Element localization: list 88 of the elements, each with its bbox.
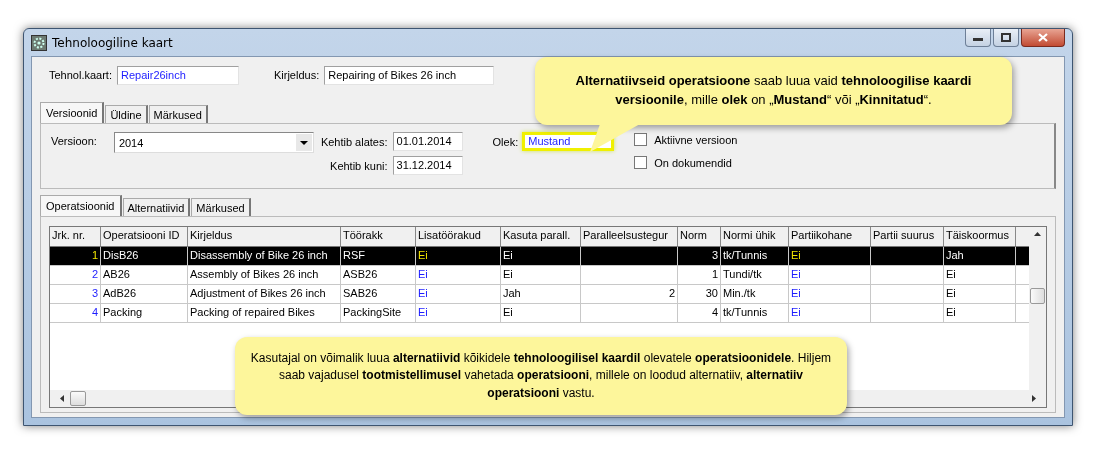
table-cell: DisB26 <box>101 247 188 265</box>
table-cell: 3 <box>678 247 721 265</box>
table-cell: 30 <box>678 285 721 303</box>
tab[interactable]: Alternatiivid <box>122 198 191 216</box>
table-row[interactable]: 3 AdB26 Adjustment of Bikes 26 inch SAB26 Ei Jah 2 30 Min./tk Ei Ei <box>50 285 1029 304</box>
table-cell: 4 <box>50 304 101 322</box>
tab[interactable]: Märkused <box>191 198 251 216</box>
table-cell: Ei <box>944 266 1016 284</box>
field-label: Kehtib alates: <box>320 135 388 148</box>
table-cell: Ei <box>416 247 501 265</box>
column-header[interactable]: Operatsiooni ID <box>101 227 188 246</box>
tab[interactable]: Üldine <box>105 105 148 123</box>
table-cell: 2 <box>50 266 101 284</box>
column-header[interactable]: Täiskoormus <box>944 227 1016 246</box>
table-row[interactable]: 2 AB26 Assembly of Bikes 26 inch ASB26 Ei Ei 1 Tundi/tk Ei Ei <box>50 266 1029 285</box>
window-title: Tehnoloogiline kaart <box>52 35 173 50</box>
table-cell: AB26 <box>101 266 188 284</box>
table-cell: Ei <box>501 304 581 322</box>
column-header[interactable]: Töörakk <box>341 227 416 246</box>
table-cell: Assembly of Bikes 26 inch <box>188 266 341 284</box>
table-cell: ASB26 <box>341 266 416 284</box>
card-field[interactable]: Repair26inch <box>117 65 239 85</box>
table-cell: Ei <box>944 285 1016 303</box>
field-label: Tehnol.kaart: <box>49 69 112 81</box>
version-dropdown[interactable]: 2014 <box>113 132 314 153</box>
field-label: Kirjeldus: <box>274 69 320 81</box>
table-cell: 4 <box>678 304 721 322</box>
table-cell: Disassembly of Bike 26 inch <box>188 247 341 265</box>
callout-text: Kasutajal on võimalik luua alternatiivid kõikidele tehnoloogilisel kaardil olevatele operatsioonidele. Hiljem saab vajadusel tootmistellimusel vahetada operatsiooni, millele on loodud alternatiiv, alternatiiv operatsiooni vastu. <box>249 349 833 402</box>
table-cell: Ei <box>501 266 581 284</box>
tab[interactable]: Märkused <box>148 105 208 123</box>
column-header[interactable]: Partii suurus <box>871 227 944 246</box>
table-cell: Ei <box>944 304 1016 322</box>
table-cell: Ei <box>416 304 501 322</box>
table-row[interactable]: 4 Packing Packing of repaired Bikes PackingSite Ei Ei 4 tk/Tunnis Ei Ei <box>50 304 1029 323</box>
table-cell: tk/Tunnis <box>721 247 789 265</box>
column-header[interactable]: Kasuta parall. <box>501 227 581 246</box>
column-header[interactable]: Normi ühik <box>721 227 789 246</box>
table-cell: Ei <box>789 247 871 265</box>
table-cell: Jah <box>944 247 1016 265</box>
table-cell: 1 <box>50 247 101 265</box>
table-cell: Jah <box>501 285 581 303</box>
column-header[interactable]: Jrk. nr. <box>50 227 101 246</box>
field-label: Olek: <box>492 135 519 148</box>
scroll-thumb[interactable] <box>70 391 86 406</box>
table-cell: tk/Tunnis <box>721 304 789 322</box>
tab[interactable]: Operatsioonid <box>40 195 122 216</box>
gear-icon <box>31 34 47 51</box>
column-header[interactable]: Lisatöörakud <box>416 227 501 246</box>
table-cell: Ei <box>501 247 581 265</box>
table-cell: SAB26 <box>341 285 416 303</box>
close-icon <box>1038 33 1048 42</box>
checkbox[interactable]: Aktiivne versioon <box>634 132 738 147</box>
table-cell: Adjustment of Bikes 26 inch <box>188 285 341 303</box>
field-label: Versioon: <box>51 135 97 147</box>
table-cell: Ei <box>789 285 871 303</box>
table-cell: AdB26 <box>101 285 188 303</box>
table-cell: RSF <box>341 247 416 265</box>
table-cell: Ei <box>789 266 871 284</box>
table-cell: Ei <box>416 285 501 303</box>
column-header[interactable]: Partiikohane <box>789 227 871 246</box>
tab[interactable]: Versioonid <box>40 102 105 123</box>
table-row[interactable]: 1 DisB26 Disassembly of Bike 26 inch RSF Ei Ei 3 tk/Tunnis Ei Jah <box>50 247 1029 266</box>
callout-text: Alternatiivseid operatsioone saab luua vaid tehnoloogilise kaardi versioonile, mille olek on „Mustand“ või „Kinnitatud“. <box>574 72 973 109</box>
field-label: Kehtib kuni: <box>330 159 388 172</box>
date-field[interactable]: 01.01.2014 <box>392 132 463 151</box>
close-button[interactable] <box>1021 29 1065 47</box>
table-cell: Ei <box>789 304 871 322</box>
description-field[interactable]: Repairing of Bikes 26 inch <box>324 65 495 85</box>
table-cell: 2 <box>581 285 678 303</box>
table-cell: 3 <box>50 285 101 303</box>
column-header[interactable]: Kirjeldus <box>188 227 341 246</box>
table-cell: 1 <box>678 266 721 284</box>
date-field[interactable]: 31.12.2014 <box>392 156 463 175</box>
minimize-button[interactable] <box>965 29 991 47</box>
table-cell: Ei <box>416 266 501 284</box>
table-cell: Min./tk <box>721 285 789 303</box>
column-header[interactable]: Paralleelsustegur <box>581 227 678 246</box>
vertical-scrollbar[interactable] <box>1029 227 1046 390</box>
scroll-thumb[interactable] <box>1030 288 1045 304</box>
maximize-icon <box>1001 33 1011 42</box>
table-cell: Tundi/tk <box>721 266 789 284</box>
table-cell: Packing of repaired Bikes <box>188 304 341 322</box>
column-header[interactable]: Norm <box>678 227 721 246</box>
table-cell: Packing <box>101 304 188 322</box>
table-cell: PackingSite <box>341 304 416 322</box>
maximize-button[interactable] <box>993 29 1019 47</box>
checkbox[interactable]: On dokumendid <box>634 155 738 170</box>
